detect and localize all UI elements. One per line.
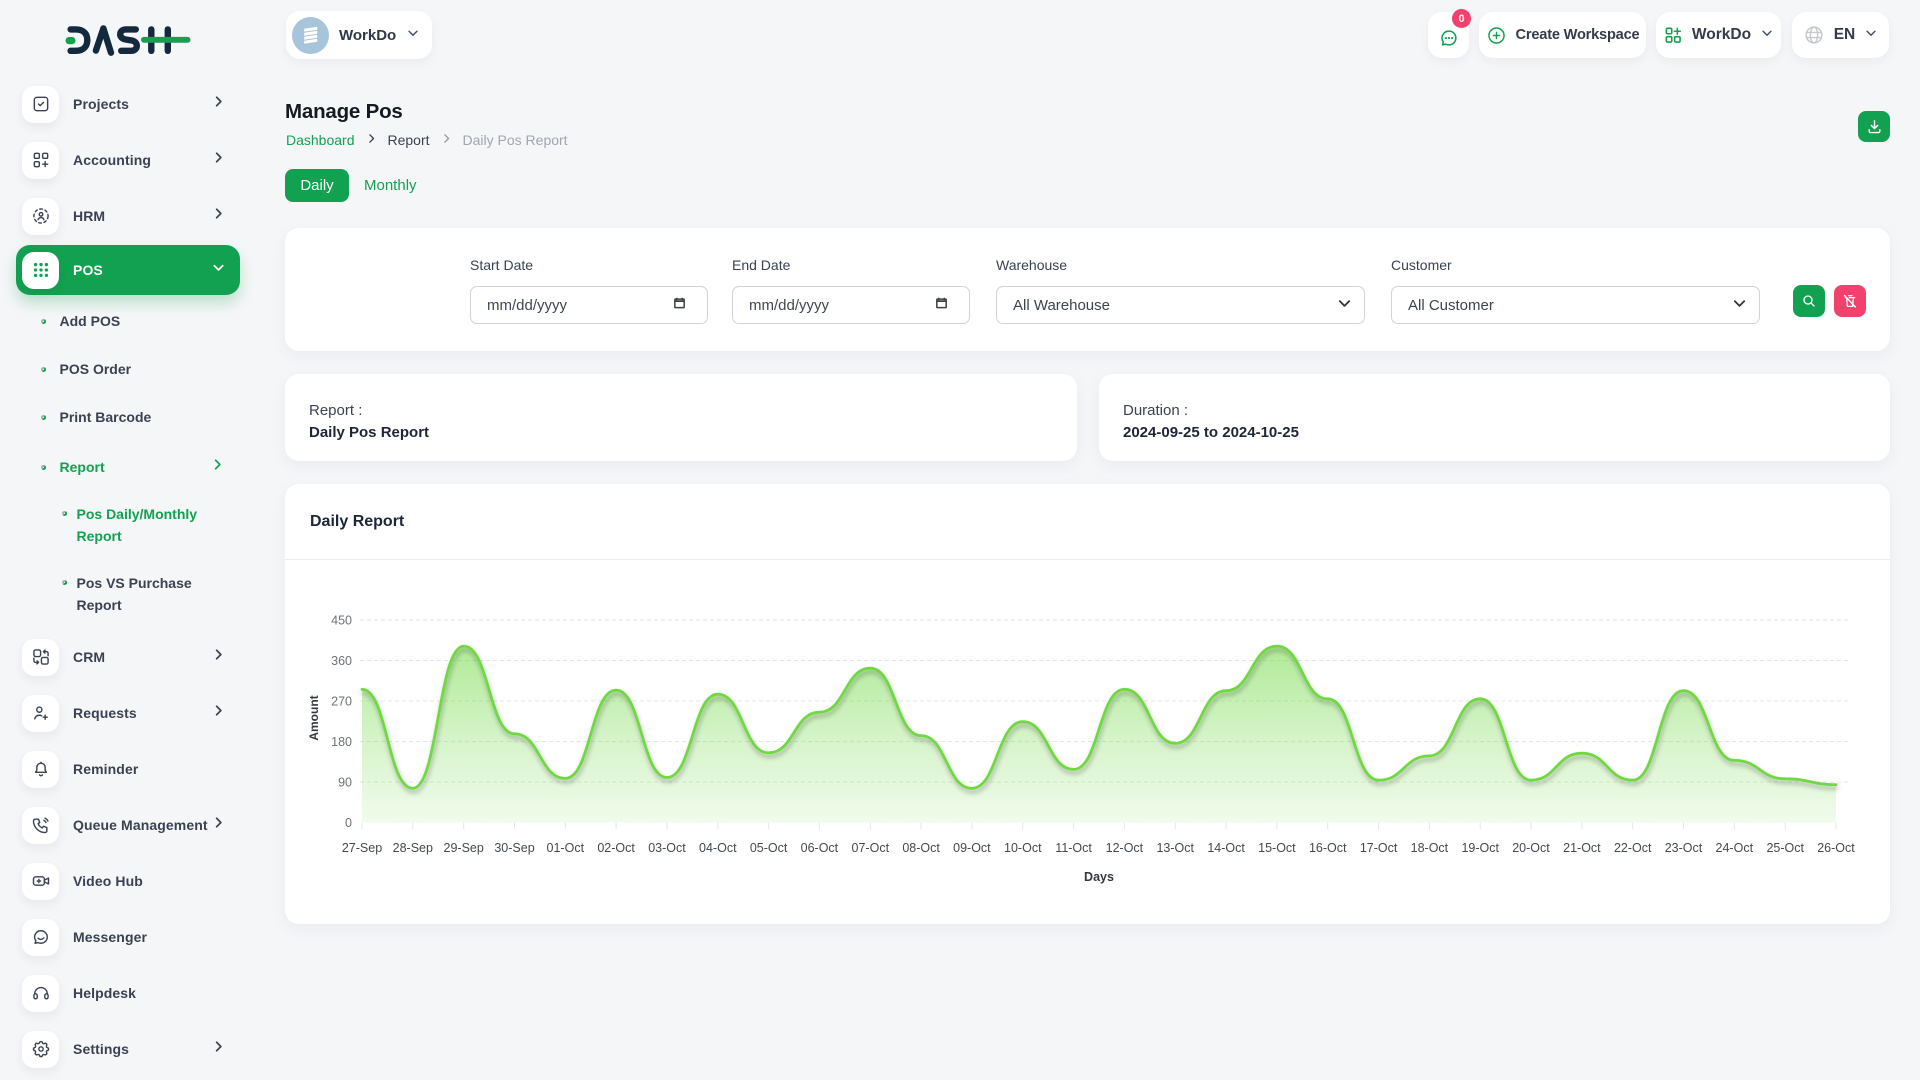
svg-text:Days: Days xyxy=(1084,870,1114,884)
svg-text:360: 360 xyxy=(331,654,352,668)
svg-text:22-Oct: 22-Oct xyxy=(1614,841,1652,855)
svg-text:25-Oct: 25-Oct xyxy=(1766,841,1804,855)
svg-text:13-Oct: 13-Oct xyxy=(1156,841,1194,855)
svg-text:11-Oct: 11-Oct xyxy=(1055,841,1092,855)
svg-text:09-Oct: 09-Oct xyxy=(953,841,991,855)
svg-text:450: 450 xyxy=(331,614,352,628)
svg-text:15-Oct: 15-Oct xyxy=(1258,841,1296,855)
svg-text:16-Oct: 16-Oct xyxy=(1309,841,1347,855)
svg-text:03-Oct: 03-Oct xyxy=(648,841,686,855)
svg-text:01-Oct: 01-Oct xyxy=(547,841,585,855)
svg-text:27-Sep: 27-Sep xyxy=(342,841,382,855)
svg-text:06-Oct: 06-Oct xyxy=(801,841,839,855)
svg-text:26-Oct: 26-Oct xyxy=(1817,841,1855,855)
svg-text:08-Oct: 08-Oct xyxy=(902,841,940,855)
svg-text:Amount: Amount xyxy=(307,695,321,740)
svg-text:270: 270 xyxy=(331,695,352,709)
svg-text:17-Oct: 17-Oct xyxy=(1360,841,1398,855)
svg-text:07-Oct: 07-Oct xyxy=(852,841,890,855)
svg-text:12-Oct: 12-Oct xyxy=(1106,841,1144,855)
svg-text:28-Sep: 28-Sep xyxy=(393,841,433,855)
svg-text:14-Oct: 14-Oct xyxy=(1207,841,1245,855)
svg-text:23-Oct: 23-Oct xyxy=(1665,841,1703,855)
svg-text:10-Oct: 10-Oct xyxy=(1004,841,1042,855)
svg-text:30-Sep: 30-Sep xyxy=(494,841,534,855)
svg-text:18-Oct: 18-Oct xyxy=(1411,841,1449,855)
svg-text:05-Oct: 05-Oct xyxy=(750,841,788,855)
svg-text:24-Oct: 24-Oct xyxy=(1716,841,1754,855)
svg-text:04-Oct: 04-Oct xyxy=(699,841,737,855)
svg-text:20-Oct: 20-Oct xyxy=(1512,841,1550,855)
svg-text:180: 180 xyxy=(331,735,352,749)
svg-text:19-Oct: 19-Oct xyxy=(1461,841,1499,855)
svg-text:0: 0 xyxy=(345,816,352,830)
svg-text:21-Oct: 21-Oct xyxy=(1563,841,1601,855)
svg-text:02-Oct: 02-Oct xyxy=(597,841,635,855)
svg-text:29-Sep: 29-Sep xyxy=(444,841,484,855)
svg-text:90: 90 xyxy=(338,776,352,790)
